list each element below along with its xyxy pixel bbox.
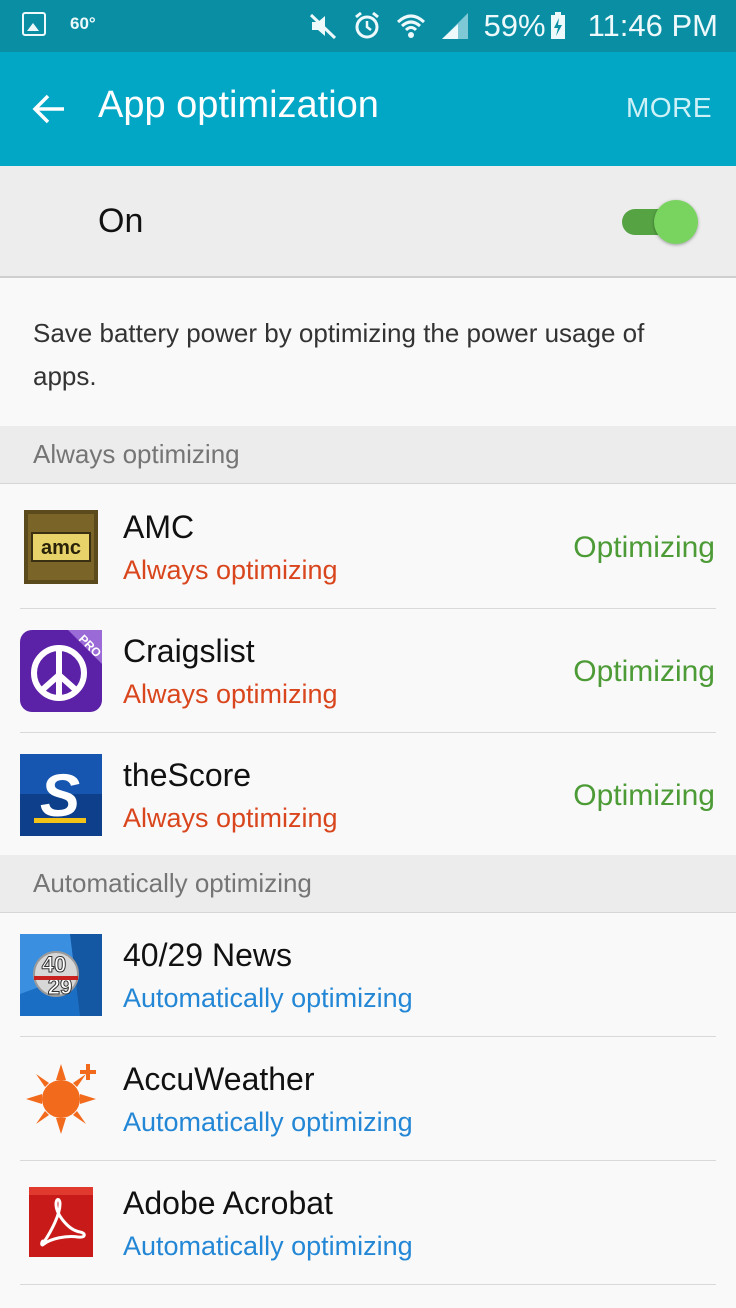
alarm-icon xyxy=(354,11,379,39)
battery-percentage: 59% xyxy=(483,8,546,43)
app-row-accuweather[interactable]: AccuWeather Automatically optimizing xyxy=(0,1037,736,1161)
master-switch-label: On xyxy=(98,202,144,240)
app-name: Craigslist xyxy=(123,633,255,669)
arrow-back-icon xyxy=(32,94,64,124)
section-header-automatic: Automatically optimizing xyxy=(0,855,736,913)
app-status: Optimizing xyxy=(573,531,715,564)
temperature-notification: 60° xyxy=(70,14,96,33)
accuweather-icon xyxy=(26,1064,96,1134)
clock: 11:46 PM xyxy=(587,8,718,43)
gallery-notification-icon xyxy=(22,12,46,36)
row-divider xyxy=(20,1284,716,1285)
app-row-4029-news[interactable]: 40 29 40/29 News Automatically optimizin… xyxy=(0,913,736,1037)
mute-icon xyxy=(309,13,336,40)
app-row-craigslist[interactable]: PRO Craigslist Always optimizing Optimiz… xyxy=(0,609,736,733)
app-name: AccuWeather xyxy=(123,1061,315,1097)
app-subtitle: Always optimizing xyxy=(123,679,338,709)
toggle-thumb xyxy=(654,200,698,244)
app-row-amc[interactable]: amc AMC Always optimizing Optimizing xyxy=(0,485,736,609)
app-subtitle: Automatically optimizing xyxy=(123,1107,413,1137)
app-subtitle: Automatically optimizing xyxy=(123,983,413,1013)
status-bar: 60° 59% 11:46 PM xyxy=(0,0,736,52)
master-switch-bar[interactable]: On xyxy=(0,166,736,278)
wifi-icon xyxy=(396,14,425,38)
app-row-thescore[interactable]: S theScore Always optimizing Optimizing xyxy=(0,733,736,857)
app-status: Optimizing xyxy=(573,779,715,812)
craigslist-icon: PRO xyxy=(20,630,102,712)
app-bar: App optimization MORE xyxy=(0,52,736,166)
app-name: AMC xyxy=(123,509,195,545)
more-button[interactable]: MORE xyxy=(626,92,712,124)
svg-text:amc: amc xyxy=(41,537,81,559)
4029-news-icon: 40 29 xyxy=(20,934,102,1016)
app-status: Optimizing xyxy=(573,655,715,688)
app-subtitle: Always optimizing xyxy=(123,555,338,585)
section-header-always: Always optimizing xyxy=(0,426,736,484)
app-name: Adobe Acrobat xyxy=(123,1185,333,1221)
app-subtitle: Always optimizing xyxy=(123,803,338,833)
description-text: Save battery power by optimizing the pow… xyxy=(33,318,645,391)
app-name: 40/29 News xyxy=(123,937,292,973)
optimization-toggle[interactable] xyxy=(620,200,698,244)
battery-charging-icon xyxy=(550,12,565,39)
section-header-label: Automatically optimizing xyxy=(33,868,312,898)
signal-icon xyxy=(441,13,468,39)
section-header-label: Always optimizing xyxy=(33,439,240,469)
app-row-adobe-acrobat[interactable]: Adobe Acrobat Automatically optimizing xyxy=(0,1161,736,1285)
app-subtitle: Automatically optimizing xyxy=(123,1231,413,1261)
adobe-acrobat-icon xyxy=(29,1187,93,1257)
back-button[interactable] xyxy=(26,86,72,132)
amc-icon: amc xyxy=(24,510,98,584)
page-title: App optimization xyxy=(98,84,379,126)
app-name: theScore xyxy=(123,757,252,793)
thescore-icon: S xyxy=(20,754,102,836)
